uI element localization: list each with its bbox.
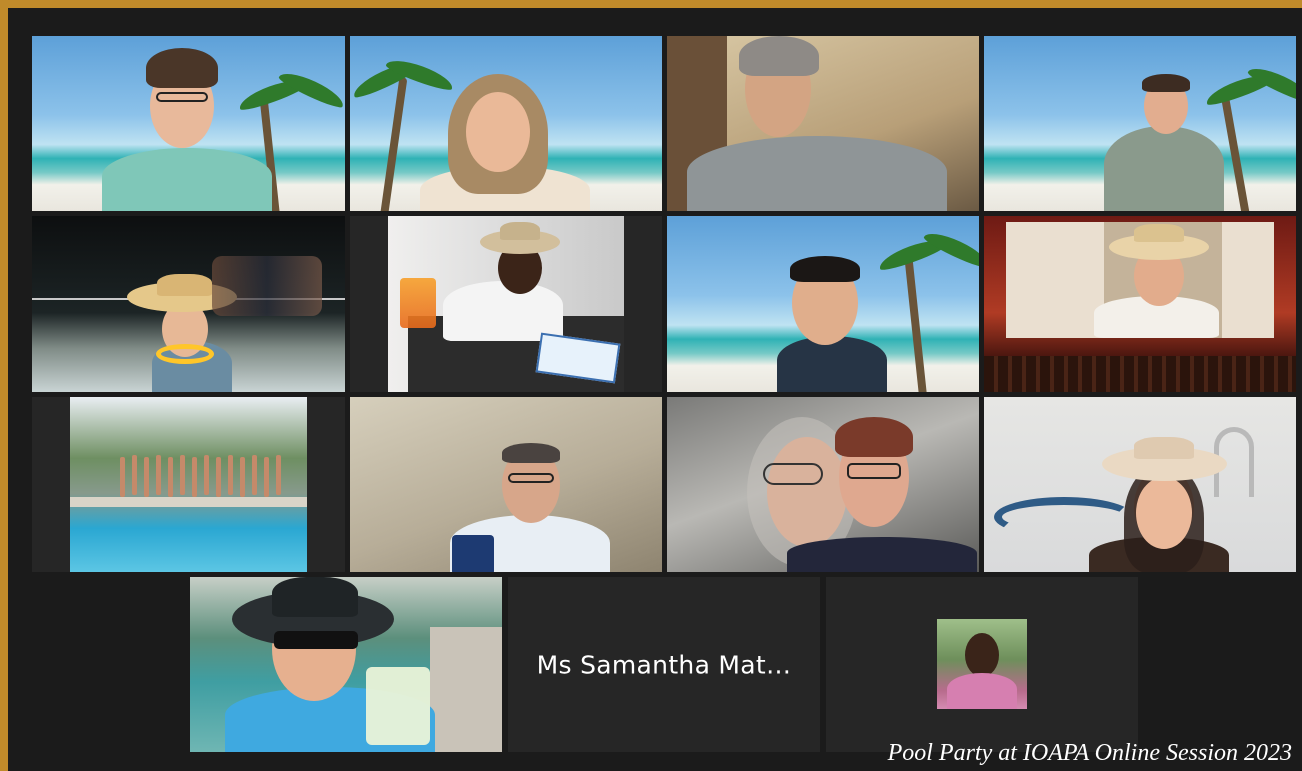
participant-tile[interactable]	[667, 36, 979, 211]
event-caption: Pool Party at IOAPA Online Session 2023	[887, 740, 1292, 766]
participant-video	[984, 36, 1296, 211]
participant-tile-active-speaker[interactable]	[667, 397, 979, 572]
participant-video	[350, 397, 662, 572]
participant-video	[667, 397, 979, 572]
participant-tile[interactable]	[32, 216, 345, 392]
participant-video	[388, 216, 624, 392]
participant-tile[interactable]	[826, 577, 1138, 752]
participant-name-label: Ms Samantha Mat…	[536, 650, 792, 679]
gallery-view: Ms Samantha Mat… Pool Party at IOAPA Onl…	[0, 0, 1302, 771]
participant-tile[interactable]	[667, 216, 979, 392]
participant-avatar	[937, 619, 1027, 709]
participant-video	[190, 577, 502, 752]
participant-tile[interactable]	[32, 36, 345, 211]
participant-video	[32, 36, 345, 211]
participant-video	[984, 397, 1296, 572]
participant-tile[interactable]	[350, 36, 662, 211]
participant-tile[interactable]	[350, 397, 662, 572]
participant-video	[350, 36, 662, 211]
participant-tile[interactable]	[984, 216, 1296, 392]
participant-name-tile[interactable]: Ms Samantha Mat…	[508, 577, 820, 752]
participant-video	[667, 36, 979, 211]
participant-video	[70, 397, 307, 572]
participant-tile[interactable]	[190, 577, 502, 752]
participant-tile[interactable]	[32, 397, 345, 572]
participant-tile[interactable]	[350, 216, 662, 392]
participant-video	[32, 216, 345, 392]
participant-video	[984, 216, 1296, 392]
participant-video	[667, 216, 979, 392]
participant-tile[interactable]	[984, 36, 1296, 211]
participant-tile[interactable]	[984, 397, 1296, 572]
